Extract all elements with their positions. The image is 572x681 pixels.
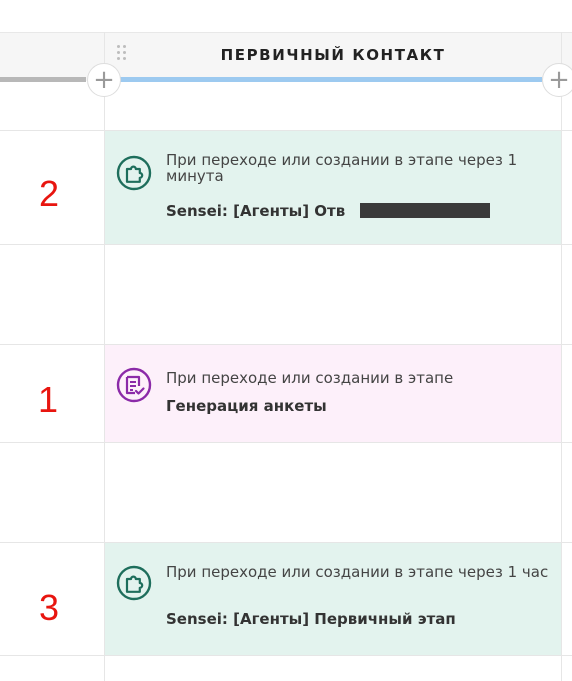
add-stage-button[interactable]: +	[87, 63, 121, 97]
puzzle-icon	[116, 565, 152, 601]
trigger-card[interactable]: При переходе или создании в этапе через …	[105, 131, 561, 244]
trigger-condition: При переходе или создании в этапе через …	[166, 151, 518, 185]
row-divider	[0, 244, 572, 245]
trigger-name: Sensei: [Агенты] Отв	[166, 202, 346, 220]
puzzle-icon	[116, 155, 152, 191]
add-stage-button-right[interactable]: +	[542, 63, 572, 97]
row-divider	[0, 655, 572, 656]
stage-title[interactable]: ПЕРВИЧНЫЙ КОНТАКТ	[105, 32, 561, 78]
trigger-condition: При переходе или создании в этапе	[166, 369, 454, 387]
annotation-number: 1	[37, 379, 59, 420]
trigger-name: Генерация анкеты	[166, 397, 327, 415]
form-icon	[116, 367, 152, 403]
trigger-condition: При переходе или создании в этапе через …	[166, 563, 549, 581]
trigger-card[interactable]: При переходе или создании в этапе Генера…	[105, 345, 561, 442]
row-divider	[0, 442, 572, 443]
trigger-name: Sensei: [Агенты] Первичный этап	[166, 610, 456, 628]
annotation-number: 3	[38, 587, 60, 628]
top-area	[0, 0, 572, 32]
stage-progress-bar-previous	[0, 77, 86, 82]
stage-progress-bar	[120, 77, 542, 82]
redacted-text	[360, 203, 490, 218]
annotation-number: 2	[38, 173, 60, 214]
trigger-card[interactable]: При переходе или создании в этапе через …	[105, 543, 561, 655]
